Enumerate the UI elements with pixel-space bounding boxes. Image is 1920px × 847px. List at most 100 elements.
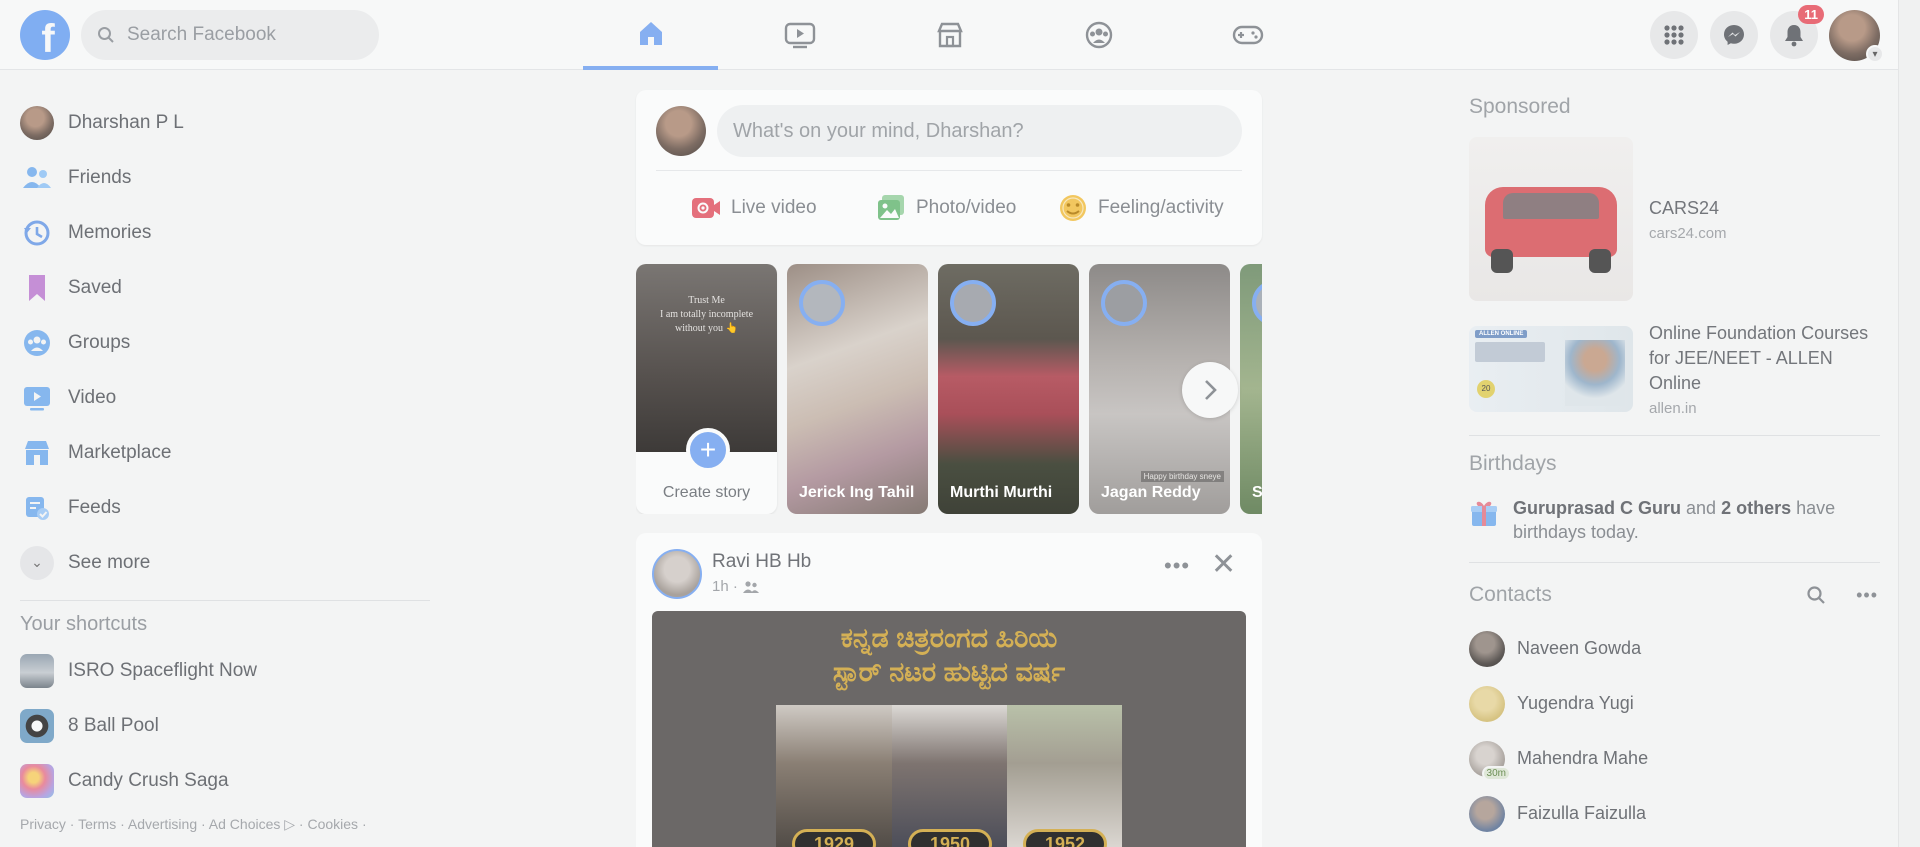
tab-marketplace[interactable] xyxy=(882,0,1017,70)
contact-item[interactable]: 30m Mahendra Mahe xyxy=(1469,731,1880,786)
search-icon xyxy=(98,27,114,43)
sidebar-item-memories[interactable]: Memories xyxy=(20,205,430,260)
notifications-badge: 11 xyxy=(1798,5,1824,24)
feed-post: Ravi HB Hb 1h · ••• ✕ ಕನ್ನಡ ಚಿತ್ರರಂಗದ ಹಿ… xyxy=(636,533,1262,847)
gift-icon xyxy=(1471,501,1497,526)
create-story-label: Create story xyxy=(662,484,751,501)
shortcut-8-ball-pool[interactable]: 8 Ball Pool xyxy=(20,698,430,753)
search-icon[interactable] xyxy=(1806,585,1826,605)
contact-item[interactable]: Naveen Gowda xyxy=(1469,621,1880,676)
bookmark-icon xyxy=(29,274,45,301)
sidebar-item-profile[interactable]: Dharshan P L xyxy=(20,95,430,150)
sidebar-item-feeds[interactable]: Feeds xyxy=(20,480,430,535)
story-card[interactable]: Murthi Murthi xyxy=(938,264,1079,514)
birthdays-title: Birthdays xyxy=(1469,452,1557,475)
search-box[interactable] xyxy=(81,10,379,60)
shortcut-label: ISRO Spaceflight Now xyxy=(68,659,258,681)
contact-item[interactable]: Faizulla Faizulla xyxy=(1469,786,1880,841)
story-avatar xyxy=(1101,280,1147,326)
gaming-icon xyxy=(1232,25,1263,45)
sidebar-item-groups[interactable]: Groups xyxy=(20,315,430,370)
car-wheel xyxy=(1491,249,1513,273)
birthday-others[interactable]: 2 others xyxy=(1721,498,1791,518)
ad-image-text-block xyxy=(1475,342,1545,362)
birthday-notice[interactable]: Guruprasad C Guru and 2 others have birt… xyxy=(1469,496,1880,544)
shortcut-candy-crush[interactable]: Candy Crush Saga xyxy=(20,753,430,808)
marketplace-icon xyxy=(936,22,963,48)
ad-image xyxy=(1469,137,1633,301)
post-composer: What's on your mind, Dharshan? Live vide… xyxy=(636,90,1262,245)
contact-name: Mahendra Mahe xyxy=(1517,748,1649,768)
messenger-button[interactable] xyxy=(1710,11,1758,59)
sidebar-item-label: Video xyxy=(68,386,117,408)
sponsored-title: Sponsored xyxy=(1469,95,1571,118)
divider xyxy=(1469,435,1880,436)
footer-links[interactable]: Privacy · Terms · Advertising · Ad Choic… xyxy=(20,816,430,833)
story-background: Trust Me I am totally incomplete without… xyxy=(636,264,777,452)
photo-video-button[interactable]: Photo/video xyxy=(876,188,1016,228)
sidebar-item-label: Dharshan P L xyxy=(68,111,184,133)
sidebar-item-video[interactable]: Video xyxy=(20,370,430,425)
story-overlay-text: Happy birthday sneye xyxy=(1140,471,1224,482)
more-options-icon[interactable]: ••• xyxy=(1164,553,1190,579)
facebook-logo[interactable]: f xyxy=(20,10,70,61)
feeds-icon xyxy=(26,496,49,520)
sidebar-item-marketplace[interactable]: Marketplace xyxy=(20,425,430,480)
ad-item[interactable]: ALLEN ONLINE 20 Online Foundation Course… xyxy=(1469,321,1880,417)
groups-icon xyxy=(1085,21,1112,49)
post-author[interactable]: Ravi HB Hb xyxy=(712,551,811,573)
story-overlay-text: Trust Me I am totally incomplete without… xyxy=(659,295,754,334)
create-story-card[interactable]: Trust Me I am totally incomplete without… xyxy=(636,264,777,514)
menu-button[interactable] xyxy=(1650,11,1698,59)
contact-name: Naveen Gowda xyxy=(1517,638,1642,658)
shortcut-isro[interactable]: ISRO Spaceflight Now xyxy=(20,643,430,698)
ad-image-badge: 20 xyxy=(1477,380,1495,398)
sidebar-item-label: Saved xyxy=(68,276,122,298)
story-author: S xyxy=(1252,484,1262,501)
photo xyxy=(776,705,892,847)
tab-watch[interactable] xyxy=(732,0,867,70)
post-image-headline: ಸ್ಟಾರ್ ನಟರ ಹುಟ್ಟಿದ ವರ್ಷ xyxy=(832,657,1066,687)
sidebar-item-label: Marketplace xyxy=(68,441,172,463)
close-icon[interactable]: ✕ xyxy=(1211,547,1236,582)
chevron-down-icon: ⌄ xyxy=(20,545,54,580)
tab-groups[interactable] xyxy=(1031,0,1166,70)
ad-item[interactable]: CARS24 cars24.com xyxy=(1469,137,1880,301)
isro-app-icon xyxy=(20,653,54,688)
ad-name: Online Foundation Courses for JEE/NEET -… xyxy=(1649,323,1869,393)
stories-row: Trust Me I am totally incomplete without… xyxy=(636,264,1262,514)
avatar: 30m xyxy=(1469,740,1511,781)
see-more-button[interactable]: ⌄ See more xyxy=(20,535,430,590)
story-author: Jerick Ing Tahil xyxy=(799,484,915,501)
story-avatar xyxy=(799,280,845,326)
birthday-name[interactable]: Guruprasad C Guru xyxy=(1513,498,1681,518)
8-ball-pool-app-icon xyxy=(20,708,54,743)
story-card[interactable]: Jerick Ing Tahil xyxy=(787,264,928,514)
avatar[interactable] xyxy=(652,549,702,599)
contact-item[interactable]: Yugendra Yugi xyxy=(1469,676,1880,731)
post-image[interactable]: ಕನ್ನಡ ಚಿತ್ರರಂಗದ ಹಿರಿಯ ಸ್ಟಾರ್ ನಟರ ಹುಟ್ಟಿದ… xyxy=(652,611,1246,847)
sidebar-item-saved[interactable]: Saved xyxy=(20,260,430,315)
ad-image-people xyxy=(1565,340,1625,406)
feeling-activity-button[interactable]: Feeling/activity xyxy=(1058,188,1224,228)
grid-menu-icon xyxy=(1664,25,1684,45)
page-scrollbar[interactable] xyxy=(1898,0,1920,847)
whats-on-your-mind-input[interactable]: What's on your mind, Dharshan? xyxy=(717,105,1242,157)
post-time[interactable]: 1h · xyxy=(712,578,738,595)
sidebar-item-friends[interactable]: Friends xyxy=(20,150,430,205)
more-options-icon[interactable]: ••• xyxy=(1856,585,1878,606)
plus-icon: + xyxy=(686,428,730,472)
account-avatar[interactable]: ▾ xyxy=(1829,10,1884,63)
notifications-button[interactable]: 11 xyxy=(1770,5,1824,59)
stories-next-button[interactable] xyxy=(1182,362,1238,418)
feeling-activity-label: Feeling/activity xyxy=(1098,197,1224,218)
birthday-and: and xyxy=(1681,498,1722,518)
post-image-photos: 1929 1950 1952 xyxy=(776,705,1122,847)
tab-home[interactable] xyxy=(583,0,718,70)
story-card[interactable]: S xyxy=(1240,264,1262,514)
tab-gaming[interactable] xyxy=(1180,0,1315,70)
search-input[interactable] xyxy=(127,24,347,46)
live-video-button[interactable]: Live video xyxy=(691,188,817,228)
car-wheel xyxy=(1589,249,1611,273)
chevron-down-icon: ▾ xyxy=(1866,45,1884,63)
